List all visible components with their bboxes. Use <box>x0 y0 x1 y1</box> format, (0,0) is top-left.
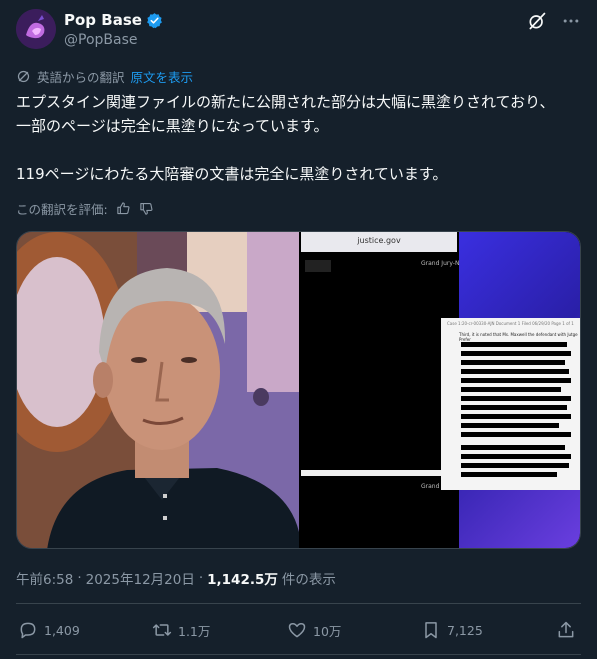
browser-url-bar: justice.gov <box>301 232 457 252</box>
tweet-line: 119ページにわたる大陪審の文書は完全に黒塗りされています。 <box>16 165 448 183</box>
redaction-bar <box>461 445 565 450</box>
pop-base-logo-icon <box>16 9 56 49</box>
document-label: Grand Jury-NY <box>421 260 464 267</box>
views-label: 件の表示 <box>281 572 336 588</box>
tweet-text: エプスタイン関連ファイルの新たに公開された部分は大幅に黒塗りされており、 一部の… <box>16 90 582 186</box>
redaction-bar <box>461 472 557 477</box>
avatar[interactable] <box>16 9 56 49</box>
views-count[interactable]: 1,142.5万 <box>207 568 278 588</box>
media-photo-documents[interactable]: justice.gov Grand Jury-NY Grand Case 1:2… <box>301 232 580 548</box>
divider <box>16 603 581 604</box>
redaction-bar <box>461 423 559 428</box>
media-photo-portrait[interactable] <box>17 232 299 548</box>
document-label-bottom: Grand <box>421 483 440 490</box>
media-grid[interactable]: justice.gov Grand Jury-NY Grand Case 1:2… <box>16 231 581 549</box>
action-bar: 1,409 1.1万 10万 7,125 <box>16 617 581 643</box>
redaction-bar <box>461 387 561 392</box>
display-name[interactable]: Pop Base <box>64 11 142 29</box>
like-button[interactable]: 10万 <box>287 617 341 643</box>
browser-url: justice.gov <box>357 236 401 245</box>
bookmark-icon <box>425 622 437 639</box>
rate-translation: この翻訳を評価: <box>16 199 154 218</box>
document-caption: Case 1:20-cr-00330-AJN Document 1 Filed … <box>447 321 574 326</box>
tweet-time[interactable]: 午前6:58 <box>16 568 73 588</box>
show-original-link[interactable]: 原文を表示 <box>131 67 194 86</box>
redaction-bar <box>461 378 571 383</box>
reply-icon <box>20 622 36 639</box>
share-button[interactable] <box>556 617 576 643</box>
divider <box>16 654 581 655</box>
thumbs-up-icon[interactable] <box>116 201 131 216</box>
redaction-bar <box>461 351 571 356</box>
redaction-bar <box>461 414 571 419</box>
redaction-bar <box>461 432 571 437</box>
reply-count: 1,409 <box>44 622 80 638</box>
thumbs-down-icon[interactable] <box>139 201 154 216</box>
bookmark-button[interactable]: 7,125 <box>421 617 483 643</box>
rate-translation-label: この翻訳を評価: <box>16 202 108 217</box>
redaction-bar <box>461 463 569 468</box>
document-first-line: Third, it is noted that Ms. Maxwell the … <box>459 332 578 342</box>
tweet-header: Pop Base @PopBase <box>16 9 581 51</box>
page-divider <box>301 470 457 476</box>
tweet-date[interactable]: 2025年12月20日 <box>86 568 195 588</box>
heart-icon <box>288 623 306 638</box>
tweet-line: エプスタイン関連ファイルの新たに公開された部分は大幅に黒塗りされており、 <box>16 93 555 111</box>
translation-note: 英語からの翻訳 原文を表示 <box>16 67 193 86</box>
redacted-document-page: Case 1:20-cr-00330-AJN Document 1 Filed … <box>441 318 580 490</box>
handle[interactable]: @PopBase <box>64 32 138 48</box>
more-options-icon[interactable] <box>561 11 581 31</box>
redaction-bar <box>461 360 565 365</box>
redaction-bar <box>461 342 567 347</box>
redaction-bar <box>461 369 569 374</box>
reply-button[interactable]: 1,409 <box>18 617 80 643</box>
repost-count: 1.1万 <box>178 623 211 639</box>
share-icon <box>558 621 574 638</box>
redaction-bar <box>461 405 567 410</box>
grok-icon[interactable] <box>527 11 547 31</box>
verified-badge-icon <box>146 12 162 28</box>
timestamp-row: 午前6:58 · 2025年12月20日 · 1,142.5万 件の表示 <box>16 568 336 588</box>
redaction-bar <box>461 454 571 459</box>
translated-from-label: 英語からの翻訳 <box>37 70 125 85</box>
repost-icon <box>152 624 172 636</box>
tweet-line: 一部のページは完全に黒塗りになっています。 <box>16 117 329 135</box>
translate-icon <box>17 70 30 83</box>
bookmark-count: 7,125 <box>447 622 483 638</box>
repost-button[interactable]: 1.1万 <box>152 617 210 643</box>
like-count: 10万 <box>313 623 342 639</box>
portrait-image <box>17 232 299 548</box>
redaction-bar <box>461 396 571 401</box>
document-thumbnail <box>305 260 331 272</box>
